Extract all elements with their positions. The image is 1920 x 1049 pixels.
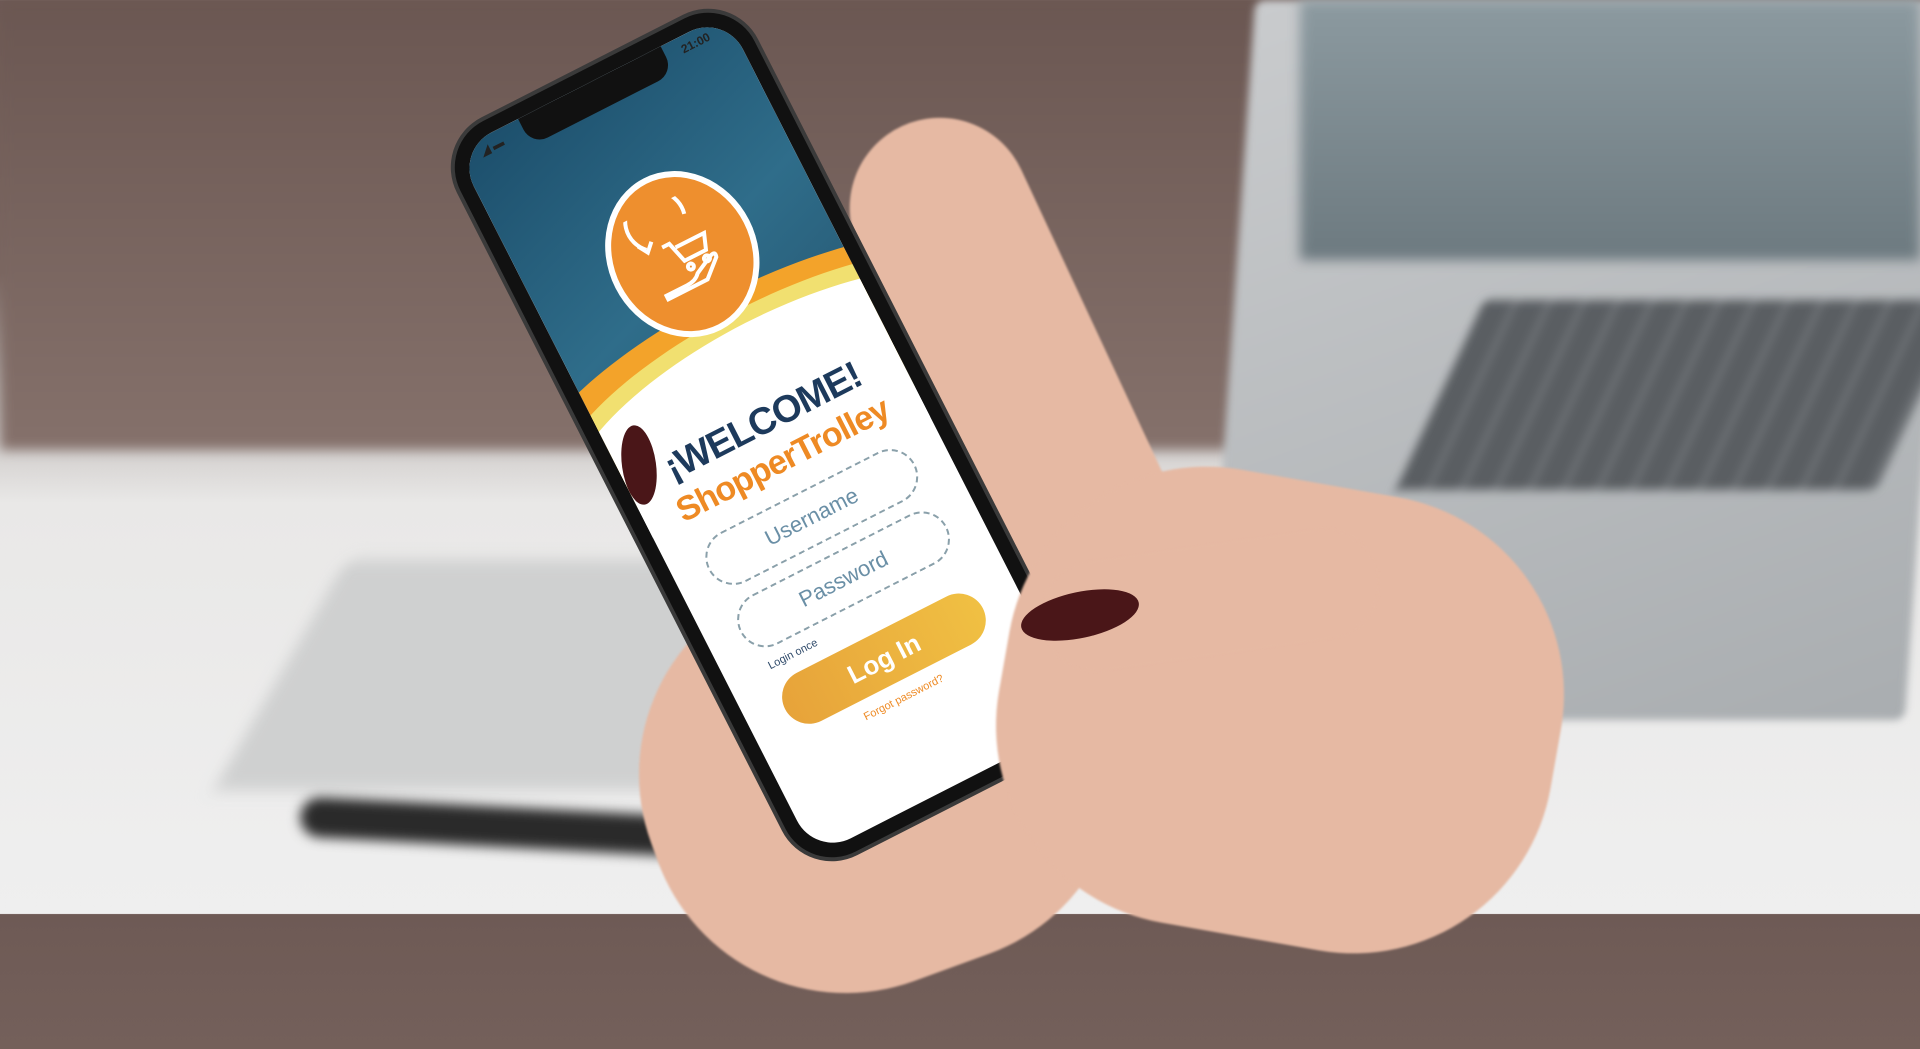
laptop-screen <box>1300 0 1920 260</box>
shopping-cart-hand-icon <box>623 189 719 303</box>
laptop-keyboard <box>1395 300 1920 490</box>
